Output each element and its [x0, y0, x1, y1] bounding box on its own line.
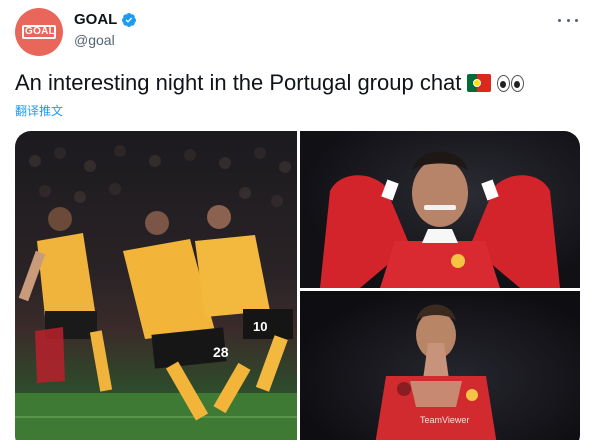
tweet-text-row: An interesting night in the Portugal gro…	[15, 70, 525, 96]
display-name[interactable]: GOAL	[74, 11, 117, 28]
bruno-image: TeamViewer	[375, 304, 497, 440]
translate-tweet-link[interactable]: 翻译推文	[15, 102, 63, 119]
avatar-logo-text: GOAL	[25, 26, 56, 37]
more-dot	[566, 18, 570, 22]
tweet-header: GOAL GOAL @goal	[0, 0, 592, 64]
name-row: GOAL	[74, 11, 137, 28]
user-handle[interactable]: @goal	[74, 32, 115, 48]
tweet-text: An interesting night in the Portugal gro…	[15, 70, 462, 95]
svg-text:TeamViewer: TeamViewer	[420, 415, 469, 425]
media-grid: 28 10 TeamViewer	[15, 131, 580, 440]
portugal-flag-icon	[467, 74, 492, 92]
svg-text:10: 10	[253, 319, 267, 334]
more-options-icon[interactable]	[558, 12, 578, 28]
avatar[interactable]: GOAL	[15, 8, 63, 56]
verified-badge-icon	[122, 12, 137, 27]
eyes-icon	[497, 74, 525, 92]
media-photo-bruno[interactable]: TeamViewer	[300, 291, 580, 440]
svg-text:28: 28	[213, 344, 229, 360]
media-photo-celebration[interactable]: 28 10	[15, 131, 297, 440]
media-photo-ronaldo[interactable]	[300, 131, 580, 288]
more-dot	[558, 18, 561, 22]
ronaldo-image	[320, 151, 560, 288]
more-dot	[575, 18, 578, 22]
celebration-image: 28 10	[15, 145, 297, 440]
